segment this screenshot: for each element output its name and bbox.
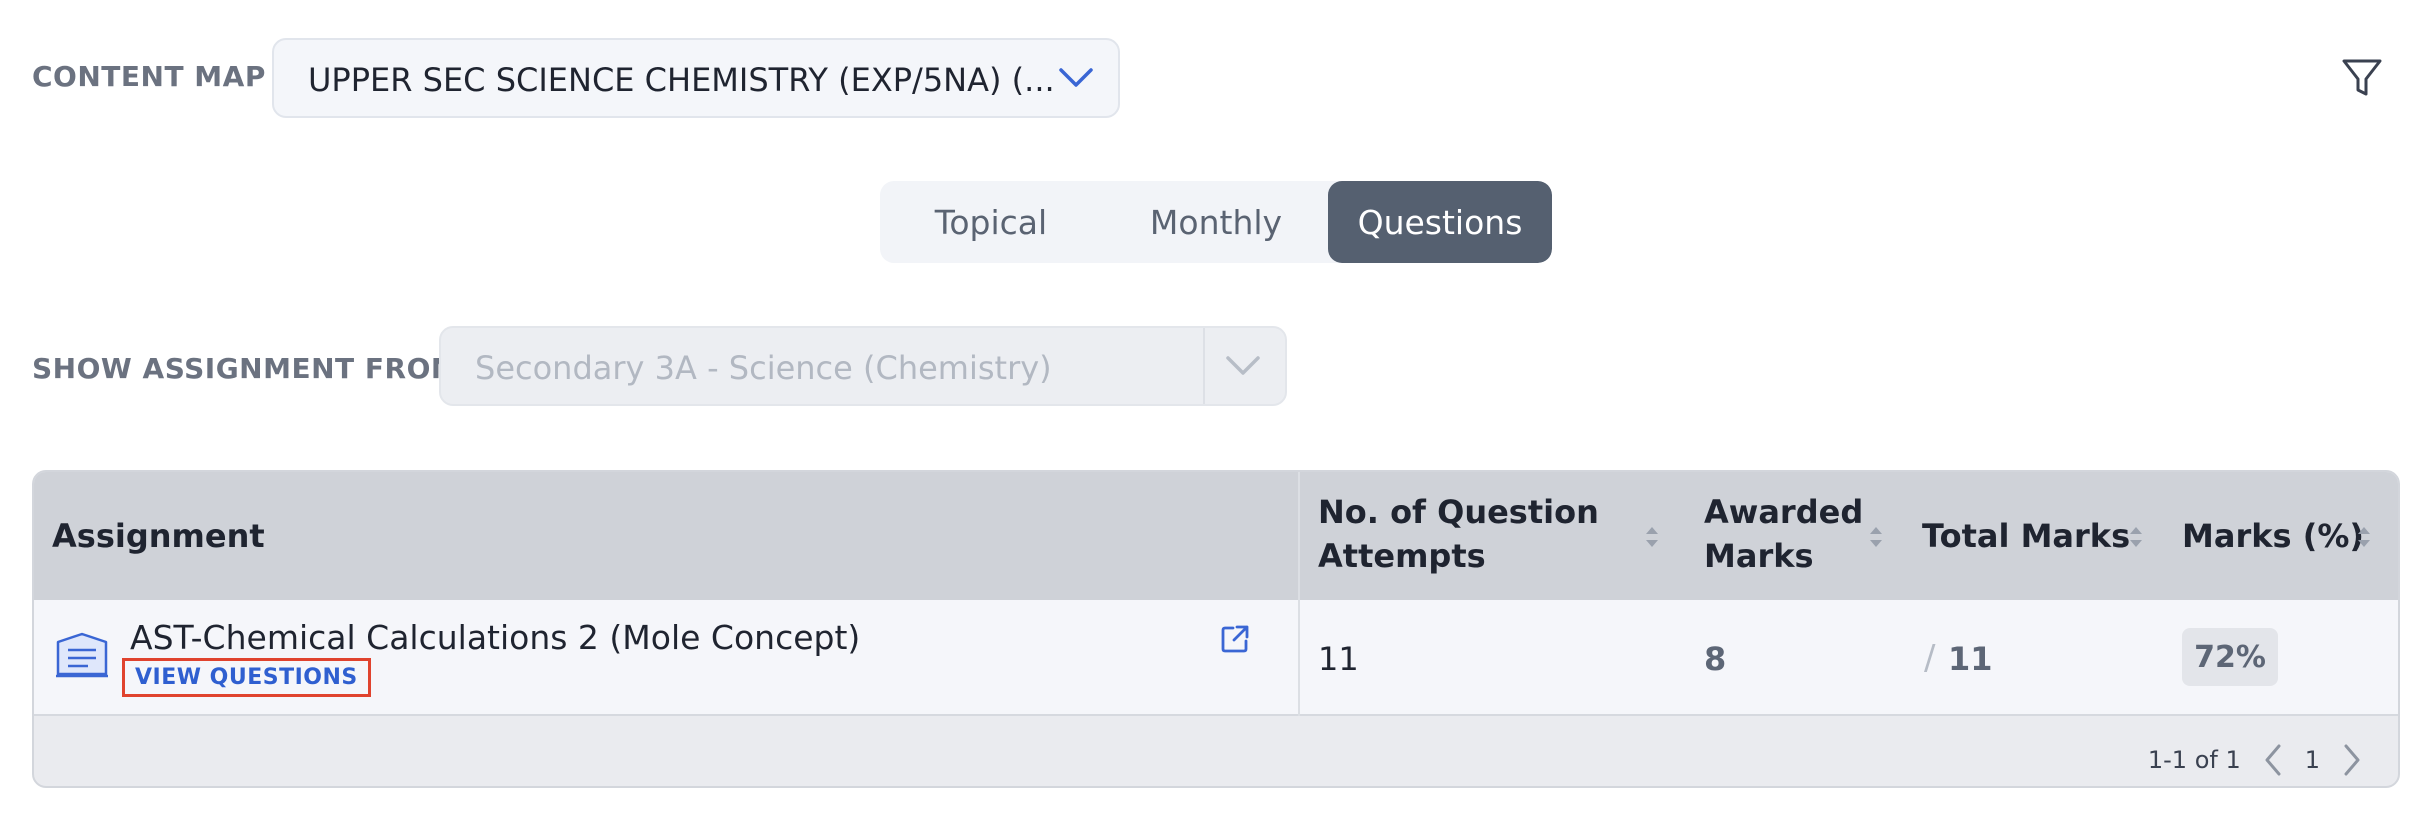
attempts-value: 11	[1318, 640, 1359, 678]
pagination-page[interactable]: 1	[2305, 746, 2320, 774]
assignments-table: Assignment No. of Question Attempts Awar…	[32, 470, 2400, 788]
header-marks-pct[interactable]: Marks (%)	[2182, 514, 2364, 558]
show-assignment-from-label: SHOW ASSIGNMENT FROM	[32, 352, 460, 385]
pagination-range: 1-1 of 1	[2147, 746, 2241, 774]
assignment-title: AST-Chemical Calculations 2 (Mole Concep…	[130, 618, 861, 657]
pagination: 1-1 of 1 1	[2148, 740, 2362, 780]
content-map-value: UPPER SEC SCIENCE CHEMISTRY (EXP/5NA) (.…	[308, 61, 1055, 99]
header-attempts-line1: No. of Question	[1318, 493, 1599, 531]
sort-icon[interactable]	[2128, 524, 2144, 554]
assignment-icon	[54, 630, 110, 684]
table-row: AST-Chemical Calculations 2 (Mole Concep…	[34, 600, 2398, 716]
header-assignment[interactable]: Assignment	[52, 514, 265, 558]
header-awarded-line1: Awarded	[1704, 493, 1864, 531]
dropdown-divider	[1203, 328, 1205, 404]
tab-questions[interactable]: Questions	[1328, 181, 1552, 263]
header-attempts-line2: Attempts	[1318, 537, 1486, 575]
header-attempts[interactable]: No. of Question Attempts	[1318, 490, 1599, 578]
chevron-right-icon[interactable]	[2342, 743, 2362, 777]
external-link-icon[interactable]	[1220, 624, 1250, 658]
chevron-down-icon	[1225, 354, 1261, 382]
show-assignment-from-value: Secondary 3A - Science (Chemistry)	[475, 349, 1052, 387]
table-header: Assignment No. of Question Attempts Awar…	[34, 472, 2398, 600]
marks-pct-badge: 72%	[2182, 628, 2278, 686]
total-marks-value: 11	[1948, 640, 1993, 678]
chevron-left-icon[interactable]	[2263, 743, 2283, 777]
show-assignment-from-dropdown[interactable]: Secondary 3A - Science (Chemistry)	[439, 326, 1287, 406]
view-tabs: Topical Monthly Questions	[880, 181, 1552, 263]
tab-topical[interactable]: Topical	[880, 181, 1102, 263]
content-map-label: CONTENT MAP	[32, 60, 266, 93]
view-questions-link[interactable]: VIEW QUESTIONS	[122, 658, 371, 697]
marks-separator: /	[1924, 638, 1936, 678]
tab-monthly[interactable]: Monthly	[1102, 181, 1330, 263]
sort-icon[interactable]	[1644, 524, 1660, 554]
content-map-dropdown[interactable]: UPPER SEC SCIENCE CHEMISTRY (EXP/5NA) (.…	[272, 38, 1120, 118]
chevron-down-icon	[1058, 66, 1094, 94]
awarded-marks-value: 8	[1704, 640, 1727, 678]
filter-icon[interactable]	[2340, 56, 2384, 100]
header-awarded[interactable]: Awarded Marks	[1704, 490, 1863, 578]
header-total-marks[interactable]: Total Marks	[1922, 514, 2130, 558]
sort-icon[interactable]	[2356, 524, 2372, 554]
column-divider	[1298, 472, 1300, 716]
header-awarded-line2: Marks	[1704, 537, 1814, 575]
sort-icon[interactable]	[1868, 524, 1884, 554]
